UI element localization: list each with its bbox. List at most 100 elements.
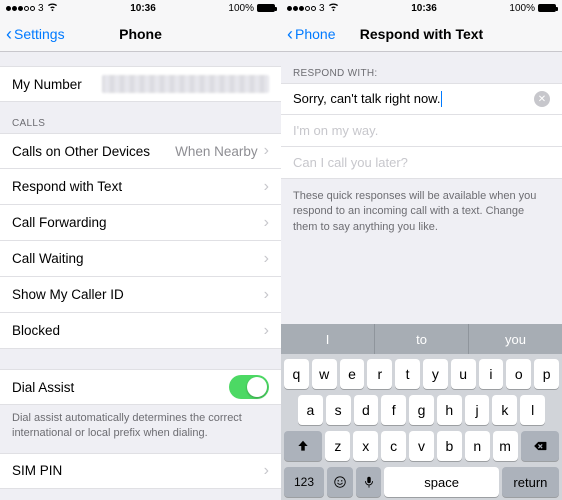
calls-on-other-devices-row[interactable]: Calls on Other Devices When Nearby › — [0, 133, 281, 169]
key-a[interactable]: a — [298, 395, 323, 425]
show-my-caller-id-row[interactable]: Show My Caller ID › — [0, 277, 281, 313]
return-key[interactable]: return — [502, 467, 559, 497]
space-key[interactable]: space — [384, 467, 498, 497]
key-z[interactable]: z — [325, 431, 350, 461]
prediction-1[interactable]: I — [281, 324, 375, 354]
chevron-left-icon: › — [287, 25, 293, 43]
carrier-label: 3 — [319, 3, 325, 14]
predictive-bar: I to you — [281, 324, 562, 354]
signal-dots-icon — [6, 6, 35, 11]
response-text: Sorry, can't talk right now. — [293, 91, 534, 108]
nav-bar: › Settings Phone — [0, 16, 281, 52]
prediction-2[interactable]: to — [375, 324, 469, 354]
battery-icon — [538, 4, 556, 12]
shift-key[interactable] — [284, 431, 322, 461]
key-p[interactable]: p — [534, 359, 559, 389]
wifi-icon — [328, 1, 339, 15]
my-number-row[interactable]: My Number — [0, 66, 281, 102]
key-d[interactable]: d — [354, 395, 379, 425]
battery-icon — [257, 4, 275, 12]
key-b[interactable]: b — [437, 431, 462, 461]
row-label: Dial Assist — [12, 380, 74, 395]
row-label: Respond with Text — [12, 179, 122, 194]
sim-pin-row[interactable]: SIM PIN › — [0, 453, 281, 489]
blocked-row[interactable]: Blocked › — [0, 313, 281, 349]
key-u[interactable]: u — [451, 359, 476, 389]
nav-bar: › Phone Respond with Text — [281, 16, 562, 52]
row-label: Call Forwarding — [12, 215, 107, 230]
page-title: Respond with Text — [360, 26, 483, 42]
dial-assist-row[interactable]: Dial Assist — [0, 369, 281, 405]
respond-with-text-row[interactable]: Respond with Text › — [0, 169, 281, 205]
keyboard-row-3: zxcvbnm — [284, 431, 559, 461]
chevron-right-icon: › — [264, 178, 269, 196]
key-o[interactable]: o — [506, 359, 531, 389]
keyboard-row-1: qwertyuiop — [284, 359, 559, 389]
row-label: Call Waiting — [12, 251, 84, 266]
response-input-3[interactable]: Can I call you later? — [281, 147, 562, 179]
row-label: Calls on Other Devices — [12, 144, 150, 159]
key-w[interactable]: w — [312, 359, 337, 389]
call-waiting-row[interactable]: Call Waiting › — [0, 241, 281, 277]
my-number-value-redacted — [102, 75, 269, 93]
chevron-right-icon: › — [264, 250, 269, 268]
prediction-3[interactable]: you — [469, 324, 562, 354]
back-label: Settings — [14, 26, 65, 42]
chevron-left-icon: › — [6, 25, 12, 43]
chevron-right-icon: › — [264, 322, 269, 340]
response-input-1[interactable]: Sorry, can't talk right now. ✕ — [281, 83, 562, 115]
clear-text-button[interactable]: ✕ — [534, 91, 550, 107]
response-input-2[interactable]: I'm on my way. — [281, 115, 562, 147]
keyboard-row-4: 123 space return — [284, 467, 559, 497]
phone-settings-screen: 3 10:36 100% › Settings Phone My Number … — [0, 0, 281, 500]
wifi-icon — [47, 1, 58, 15]
emoji-key[interactable] — [327, 467, 353, 497]
signal-dots-icon — [287, 6, 316, 11]
key-k[interactable]: k — [492, 395, 517, 425]
chevron-right-icon: › — [264, 286, 269, 304]
numbers-key[interactable]: 123 — [284, 467, 324, 497]
key-f[interactable]: f — [381, 395, 406, 425]
status-bar: 3 10:36 100% — [281, 0, 562, 16]
chevron-right-icon: › — [264, 462, 269, 480]
text-cursor — [441, 91, 442, 107]
chevron-right-icon: › — [264, 142, 269, 160]
key-c[interactable]: c — [381, 431, 406, 461]
key-g[interactable]: g — [409, 395, 434, 425]
backspace-key[interactable] — [521, 431, 559, 461]
key-v[interactable]: v — [409, 431, 434, 461]
keyboard: qwertyuiop asdfghjkl zxcvbnm 123 — [281, 354, 562, 500]
calls-header: CALLS — [0, 102, 281, 133]
back-label: Phone — [295, 26, 335, 42]
dictation-key[interactable] — [356, 467, 382, 497]
battery-pct: 100% — [509, 3, 535, 14]
key-n[interactable]: n — [465, 431, 490, 461]
chevron-right-icon: › — [264, 214, 269, 232]
status-bar: 3 10:36 100% — [0, 0, 281, 16]
help-text: These quick responses will be available … — [281, 179, 562, 245]
keyboard-row-2: asdfghjkl — [284, 395, 559, 425]
response-text: Can I call you later? — [293, 155, 550, 170]
key-i[interactable]: i — [479, 359, 504, 389]
back-button[interactable]: › Phone — [287, 25, 360, 43]
key-e[interactable]: e — [340, 359, 365, 389]
key-t[interactable]: t — [395, 359, 420, 389]
key-r[interactable]: r — [367, 359, 392, 389]
back-button[interactable]: › Settings — [6, 25, 119, 43]
my-number-label: My Number — [12, 77, 82, 92]
dial-assist-toggle[interactable] — [229, 375, 269, 399]
key-x[interactable]: x — [353, 431, 378, 461]
call-forwarding-row[interactable]: Call Forwarding › — [0, 205, 281, 241]
key-h[interactable]: h — [437, 395, 462, 425]
key-j[interactable]: j — [465, 395, 490, 425]
page-title: Phone — [119, 26, 162, 42]
dial-assist-footer: Dial assist automatically determines the… — [0, 405, 281, 453]
key-l[interactable]: l — [520, 395, 545, 425]
row-label: Show My Caller ID — [12, 287, 124, 302]
row-label: SIM PIN — [12, 463, 62, 478]
key-m[interactable]: m — [493, 431, 518, 461]
battery-pct: 100% — [228, 3, 254, 14]
key-q[interactable]: q — [284, 359, 309, 389]
key-s[interactable]: s — [326, 395, 351, 425]
key-y[interactable]: y — [423, 359, 448, 389]
